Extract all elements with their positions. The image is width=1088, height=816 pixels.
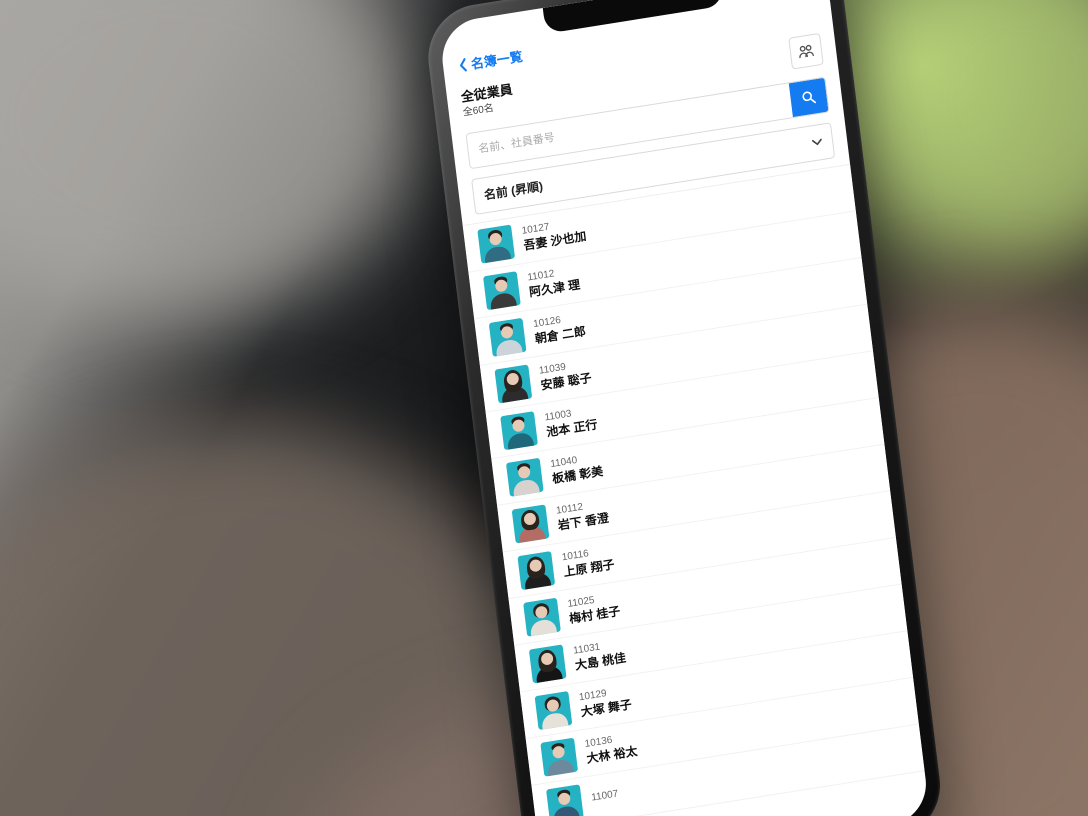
bg-blur [0, 0, 420, 320]
bg-blur [860, 0, 1088, 260]
filter-button[interactable] [788, 32, 824, 69]
scene-background: 名簿一覧 全従業員 全60名 [0, 0, 1088, 816]
avatar [517, 551, 555, 590]
avatar [477, 224, 515, 263]
avatar [523, 597, 561, 636]
chevron-down-icon [812, 136, 823, 147]
avatar [529, 644, 567, 683]
group-filter-icon [796, 40, 816, 61]
phone-screen: 名簿一覧 全従業員 全60名 [438, 0, 930, 816]
search-button[interactable] [789, 77, 829, 116]
chevron-left-icon [456, 57, 470, 73]
avatar [512, 504, 550, 543]
employee-directory-app: 名簿一覧 全従業員 全60名 [438, 0, 930, 816]
avatar [489, 317, 527, 356]
avatar [535, 691, 573, 730]
sort-label: 名前 (昇順) [483, 177, 544, 203]
avatar [500, 411, 538, 450]
avatar [494, 364, 532, 403]
back-label: 名簿一覧 [470, 46, 524, 73]
employee-id: 11007 [591, 788, 619, 804]
avatar [540, 737, 578, 776]
employee-list[interactable]: 10127吾妻 沙也加11012阿久津 理10126朝倉 二郎11039安藤 聡… [463, 163, 931, 816]
search-icon [800, 88, 818, 106]
avatar [546, 784, 584, 816]
avatar [506, 457, 544, 496]
back-button[interactable]: 名簿一覧 [456, 46, 524, 75]
avatar [483, 271, 521, 310]
